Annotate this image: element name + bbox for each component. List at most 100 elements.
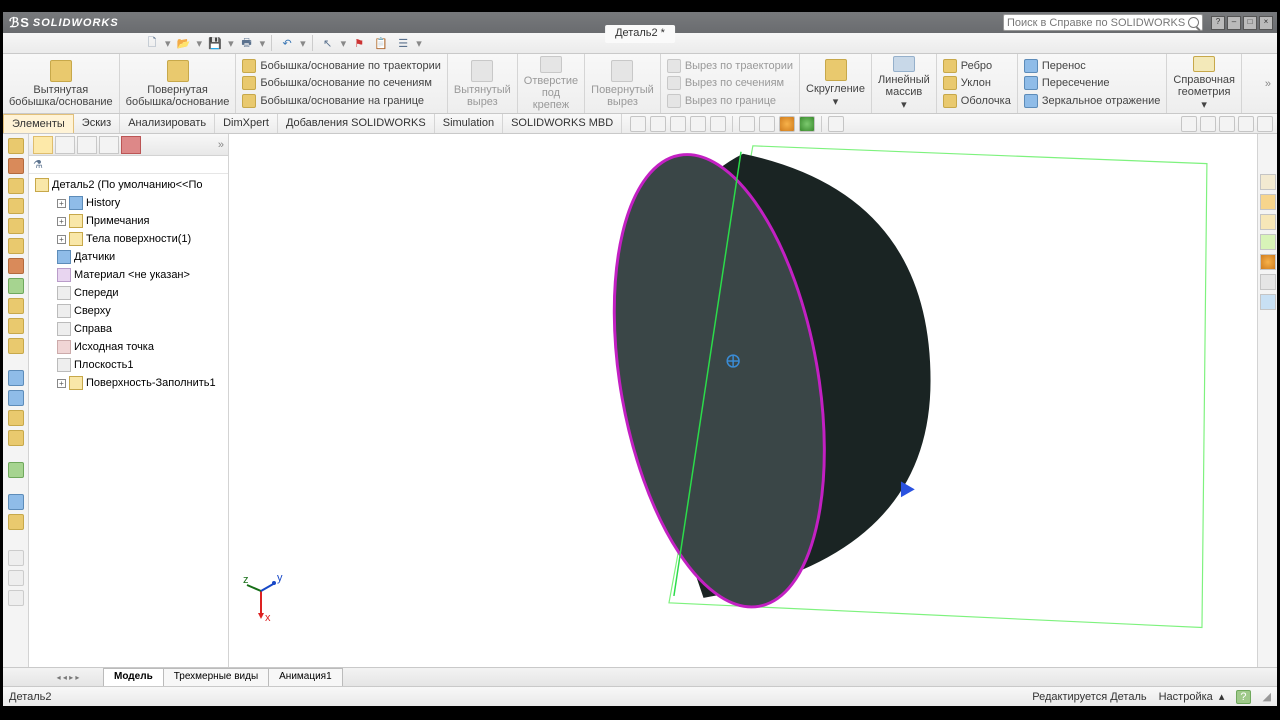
- fillet-button[interactable]: Скругление▾: [800, 54, 872, 113]
- fm-tab-property[interactable]: [55, 136, 75, 154]
- surf-delete-icon[interactable]: [8, 370, 24, 386]
- tree-sensors[interactable]: Датчики: [29, 248, 228, 266]
- scene-icon[interactable]: [799, 116, 815, 132]
- window-close-icon[interactable]: [1257, 116, 1273, 132]
- tab-nav-arrows[interactable]: ◂ ◂ ▸ ▸: [33, 668, 103, 686]
- extrude-cut-button[interactable]: Вытянутыйвырез: [448, 54, 518, 113]
- draft-button[interactable]: Уклон: [943, 76, 991, 90]
- tab-evaluate[interactable]: Анализировать: [120, 114, 215, 133]
- window-min-icon[interactable]: [1219, 116, 1235, 132]
- surf-offset-icon[interactable]: [8, 298, 24, 314]
- fm-tab-config[interactable]: [77, 136, 97, 154]
- surf-freeform-icon[interactable]: [8, 278, 24, 294]
- tab-animation1[interactable]: Анимация1: [268, 668, 343, 686]
- surf-thicken-icon[interactable]: [8, 494, 24, 510]
- sweep-boss-button[interactable]: Бобышка/основание по траектории: [242, 59, 441, 73]
- mirror-button[interactable]: Зеркальное отражение: [1024, 94, 1161, 108]
- tree-material[interactable]: Материал <не указан>: [29, 266, 228, 284]
- options-button[interactable]: 📋: [372, 34, 390, 52]
- zoom-fit-icon[interactable]: [630, 116, 646, 132]
- loft-boss-button[interactable]: Бобышка/основание по сечениям: [242, 76, 432, 90]
- tree-plane1[interactable]: Плоскость1: [29, 356, 228, 374]
- taskpane-explorer-icon[interactable]: [1260, 214, 1276, 230]
- status-help-icon[interactable]: ?: [1236, 690, 1250, 704]
- status-resize-icon[interactable]: ◢: [1263, 690, 1271, 703]
- loft-cut-button[interactable]: Вырез по сечениям: [667, 76, 784, 90]
- revolve-boss-button[interactable]: Повернутаябобышка/основание: [120, 54, 237, 113]
- view-settings-icon[interactable]: [828, 116, 844, 132]
- rebuild-button[interactable]: ⚑: [350, 34, 368, 52]
- ref-geometry-button[interactable]: Справочнаягеометрия▾: [1167, 54, 1242, 113]
- taskpane-view-icon[interactable]: [1260, 234, 1276, 250]
- surf-ruled-icon[interactable]: [8, 318, 24, 334]
- fm-tab-display[interactable]: [121, 136, 141, 154]
- section-view-icon[interactable]: [690, 116, 706, 132]
- surf-trim-icon[interactable]: [8, 430, 24, 446]
- settings-button[interactable]: ☰: [394, 34, 412, 52]
- taskpane-properties-icon[interactable]: [1260, 274, 1276, 290]
- help-search[interactable]: Поиск в Справке по SOLIDWORKS: [1003, 14, 1203, 31]
- shell-button[interactable]: Оболочка: [943, 94, 1011, 108]
- close-button[interactable]: ×: [1259, 16, 1273, 30]
- fm-tab-dimxpert[interactable]: [99, 136, 119, 154]
- help-icon[interactable]: ?: [1211, 16, 1225, 30]
- fm-tab-tree[interactable]: [33, 136, 53, 154]
- tree-top-plane[interactable]: Сверху: [29, 302, 228, 320]
- tab-model[interactable]: Модель: [103, 668, 164, 686]
- surf-planar-icon[interactable]: [8, 258, 24, 274]
- surf-cut-icon[interactable]: [8, 514, 24, 530]
- maximize-button[interactable]: □: [1243, 16, 1257, 30]
- display-style-icon[interactable]: [739, 116, 755, 132]
- fm-filter[interactable]: ⚗: [29, 156, 228, 174]
- tree-annotations[interactable]: +Примечания: [29, 212, 228, 230]
- surf-boundary-icon[interactable]: [8, 218, 24, 234]
- window-tile-icon[interactable]: [1181, 116, 1197, 132]
- ref-coord-icon[interactable]: [8, 590, 24, 606]
- extrude-boss-button[interactable]: Вытянутаябобышка/основание: [3, 54, 120, 113]
- tree-front-plane[interactable]: Спереди: [29, 284, 228, 302]
- surf-knit-icon[interactable]: [8, 462, 24, 478]
- select-button[interactable]: ↖: [319, 34, 337, 52]
- window-cascade-icon[interactable]: [1200, 116, 1216, 132]
- ref-plane-icon[interactable]: [8, 550, 24, 566]
- graphics-viewport[interactable]: z x y: [229, 134, 1257, 667]
- minimize-button[interactable]: –: [1227, 16, 1241, 30]
- tab-addins[interactable]: Добавления SOLIDWORKS: [278, 114, 435, 133]
- feature-tree[interactable]: Деталь2 (По умолчанию<<По +History +Прим…: [29, 174, 228, 667]
- intersect-button[interactable]: Пересечение: [1024, 76, 1110, 90]
- tab-mbd[interactable]: SOLIDWORKS MBD: [503, 114, 622, 133]
- surf-extrude-icon[interactable]: [8, 138, 24, 154]
- surf-flat-icon[interactable]: [8, 338, 24, 354]
- surf-fill-icon[interactable]: [8, 238, 24, 254]
- window-max-icon[interactable]: [1238, 116, 1254, 132]
- linear-pattern-button[interactable]: Линейныймассив▾: [872, 54, 937, 113]
- revolve-cut-button[interactable]: Повернутыйвырез: [585, 54, 661, 113]
- surf-sweep-icon[interactable]: [8, 178, 24, 194]
- surf-revolve-icon[interactable]: [8, 158, 24, 174]
- surf-loft-icon[interactable]: [8, 198, 24, 214]
- rib-button[interactable]: Ребро: [943, 59, 992, 73]
- hole-wizard-button[interactable]: Отверстиеподкрепеж: [518, 54, 585, 113]
- taskpane-resources-icon[interactable]: [1260, 174, 1276, 190]
- undo-button[interactable]: ↶: [278, 34, 296, 52]
- tree-history[interactable]: +History: [29, 194, 228, 212]
- tab-sketch[interactable]: Эскиз: [74, 114, 120, 133]
- tab-dimxpert[interactable]: DimXpert: [215, 114, 278, 133]
- tree-origin[interactable]: Исходная точка: [29, 338, 228, 356]
- status-settings[interactable]: Настройка ▴: [1159, 690, 1225, 703]
- boundary-cut-button[interactable]: Вырез по границе: [667, 94, 776, 108]
- boundary-boss-button[interactable]: Бобышка/основание на границе: [242, 94, 424, 108]
- hide-show-icon[interactable]: [759, 116, 775, 132]
- tab-simulation[interactable]: Simulation: [435, 114, 503, 133]
- appearance-icon[interactable]: [779, 116, 795, 132]
- view-orient-icon[interactable]: [710, 116, 726, 132]
- taskpane-library-icon[interactable]: [1260, 194, 1276, 210]
- tree-surface-bodies[interactable]: +Тела поверхности(1): [29, 230, 228, 248]
- tree-surface-fill1[interactable]: +Поверхность-Заполнить1: [29, 374, 228, 392]
- tab-features[interactable]: Элементы: [3, 114, 74, 133]
- print-button[interactable]: 🖶: [238, 34, 256, 52]
- move-button[interactable]: Перенос: [1024, 59, 1086, 73]
- ref-axis-icon[interactable]: [8, 570, 24, 586]
- tree-root[interactable]: Деталь2 (По умолчанию<<По: [29, 176, 228, 194]
- surf-replace-icon[interactable]: [8, 390, 24, 406]
